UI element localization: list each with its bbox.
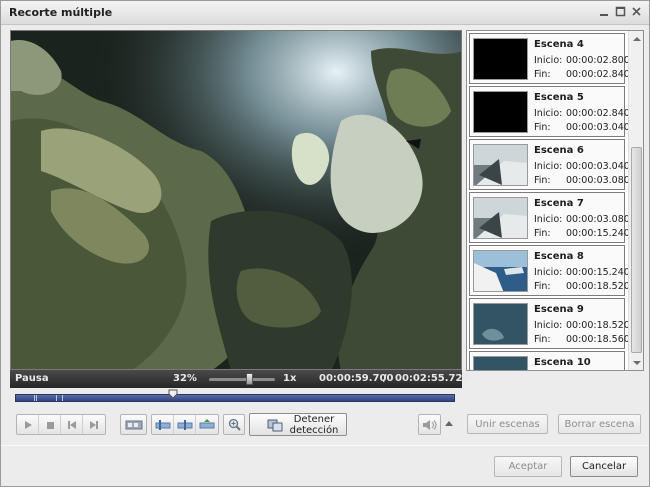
scene-thumbnail: [473, 38, 528, 80]
scene-detect-icon: [267, 419, 283, 432]
split-mid-icon[interactable]: [174, 415, 196, 434]
next-icon[interactable]: [83, 415, 105, 434]
scene-end-time: 00:00:03.040: [566, 122, 630, 133]
scroll-up-icon[interactable]: [629, 31, 643, 46]
scene-start-time: 00:00:03.080: [566, 214, 630, 225]
scene-marker: [36, 395, 37, 401]
playback-state: Pausa: [15, 373, 49, 384]
scene-item[interactable]: Escena 4 Inicio: 00:00:02.800 Fin: 00:00:02.…: [469, 33, 630, 84]
scene-start-time: 00:00:18.520: [566, 320, 630, 331]
video-preview[interactable]: [10, 30, 462, 370]
timeline-track[interactable]: [15, 394, 455, 402]
speed-slider-track[interactable]: [209, 378, 275, 381]
video-frame-image: [11, 31, 461, 369]
scene-start-time: 00:00:02.840: [566, 108, 630, 119]
scene-thumbnail: [473, 197, 528, 239]
scene-end-label: Fin:: [534, 334, 551, 345]
scene-marker: [56, 395, 57, 401]
scene-end-label: Fin:: [534, 122, 551, 133]
scene-marker: [34, 395, 35, 401]
scene-title: Escena 7: [534, 198, 584, 209]
volume-dropdown-arrow-icon[interactable]: [445, 421, 453, 427]
scrollbar-thumb[interactable]: [631, 147, 642, 353]
scene-item[interactable]: Escena 10Inicio:00:00:18.560Fin:00:02:55…: [469, 351, 625, 370]
scene-end-label: Fin:: [534, 175, 551, 186]
volume-icon: [422, 419, 436, 430]
maximize-icon[interactable]: [614, 5, 627, 18]
total-time: 00:02:55.720: [395, 373, 470, 384]
scene-start-label: Inicio:: [534, 161, 563, 172]
volume-button[interactable]: [418, 414, 441, 435]
zoom-icon[interactable]: [224, 415, 244, 434]
title-bar: Recorte múltiple: [1, 1, 649, 25]
scene-title: Escena 5: [534, 92, 584, 103]
zoom-percent: 32%: [173, 373, 197, 384]
window-title: Recorte múltiple: [9, 6, 113, 19]
scene-thumbnail: [473, 303, 528, 345]
scene-list[interactable]: Escena 4 Inicio: 00:00:02.800 Fin: 00:00:02.…: [466, 30, 644, 371]
split-end-icon[interactable]: [196, 415, 218, 434]
scene-end-time: 00:00:15.240: [566, 228, 630, 239]
delete-scene-button[interactable]: Borrar escena: [558, 414, 641, 434]
transport-controls: [16, 414, 106, 435]
play-icon[interactable]: [17, 415, 39, 434]
scene-marker: [62, 395, 63, 401]
stop-detection-button[interactable]: Detener detección: [249, 413, 347, 436]
scene-end-label: Fin:: [534, 69, 551, 80]
film-icon[interactable]: [121, 415, 146, 434]
close-icon[interactable]: [630, 5, 643, 18]
scene-title: Escena 8: [534, 251, 584, 262]
scene-item[interactable]: Escena 5 Inicio: 00:00:02.840 Fin: 00:00:03.…: [469, 86, 630, 137]
footer-divider: [1, 445, 649, 446]
scene-end-time: 00:00:03.080: [566, 175, 630, 186]
scroll-down-icon[interactable]: [629, 355, 643, 370]
cancel-button[interactable]: Cancelar: [570, 456, 638, 477]
minimize-icon[interactable]: [598, 5, 611, 18]
scene-item[interactable]: Escena 7 Inicio: 00:00:03.080 Fin: 00:00:15.…: [469, 192, 630, 243]
scene-item[interactable]: Escena 8 Inicio: 00:00:15.240 Fin: 00:00:18.…: [469, 245, 630, 296]
join-scenes-button[interactable]: Unir escenas: [467, 414, 548, 434]
scene-start-label: Inicio:: [534, 320, 563, 331]
playback-speed: 1x: [283, 373, 297, 384]
split-tools: [151, 414, 219, 435]
scene-end-time: 00:00:02.840: [566, 69, 630, 80]
stop-icon[interactable]: [39, 415, 61, 434]
scene-start-time: 00:00:15.240: [566, 267, 630, 278]
scene-thumbnail: [473, 144, 528, 186]
stop-detection-label: Detener detección: [289, 414, 339, 436]
previous-icon[interactable]: [61, 415, 83, 434]
scene-start-label: Inicio:: [534, 214, 563, 225]
scene-start-label: Inicio:: [534, 55, 563, 66]
scene-start-label: Inicio:: [534, 267, 563, 278]
scene-end-label: Fin:: [534, 281, 551, 292]
scene-title: Escena 6: [534, 145, 584, 156]
scene-start-time: 00:00:02.800: [566, 55, 630, 66]
scene-thumbnail: [473, 91, 528, 133]
multiple-trim-dialog: Recorte múltiple Pausa 32% 1x 00:00:59.7…: [0, 0, 650, 487]
scene-end-time: 00:00:18.520: [566, 281, 630, 292]
split-start-icon[interactable]: [152, 415, 174, 434]
scene-end-label: Fin:: [534, 228, 551, 239]
scene-title: Escena 10: [534, 357, 591, 368]
scene-thumbnail: [473, 356, 528, 370]
scene-list-scrollbar[interactable]: [628, 31, 643, 370]
film-tool-group: [120, 414, 147, 435]
scene-start-time: 00:00:03.040: [566, 161, 630, 172]
speed-slider-handle[interactable]: [246, 373, 253, 385]
scene-title: Escena 9: [534, 304, 584, 315]
scene-title: Escena 4: [534, 39, 584, 50]
scene-end-time: 00:00:18.560: [566, 334, 630, 345]
scene-start-label: Inicio:: [534, 108, 563, 119]
time-separator: /: [383, 373, 387, 384]
scene-thumbnail: [473, 250, 528, 292]
timeline-playhead[interactable]: [168, 389, 178, 399]
zoom-tool-group: [223, 414, 245, 435]
window-controls: [598, 5, 643, 18]
scene-item[interactable]: Escena 6 Inicio: 00:00:03.040 Fin: 00:00:03.…: [469, 139, 630, 190]
scene-item[interactable]: Escena 9 Inicio: 00:00:18.520 Fin: 00:00:18.…: [469, 298, 630, 349]
accept-button[interactable]: Aceptar: [494, 456, 562, 477]
